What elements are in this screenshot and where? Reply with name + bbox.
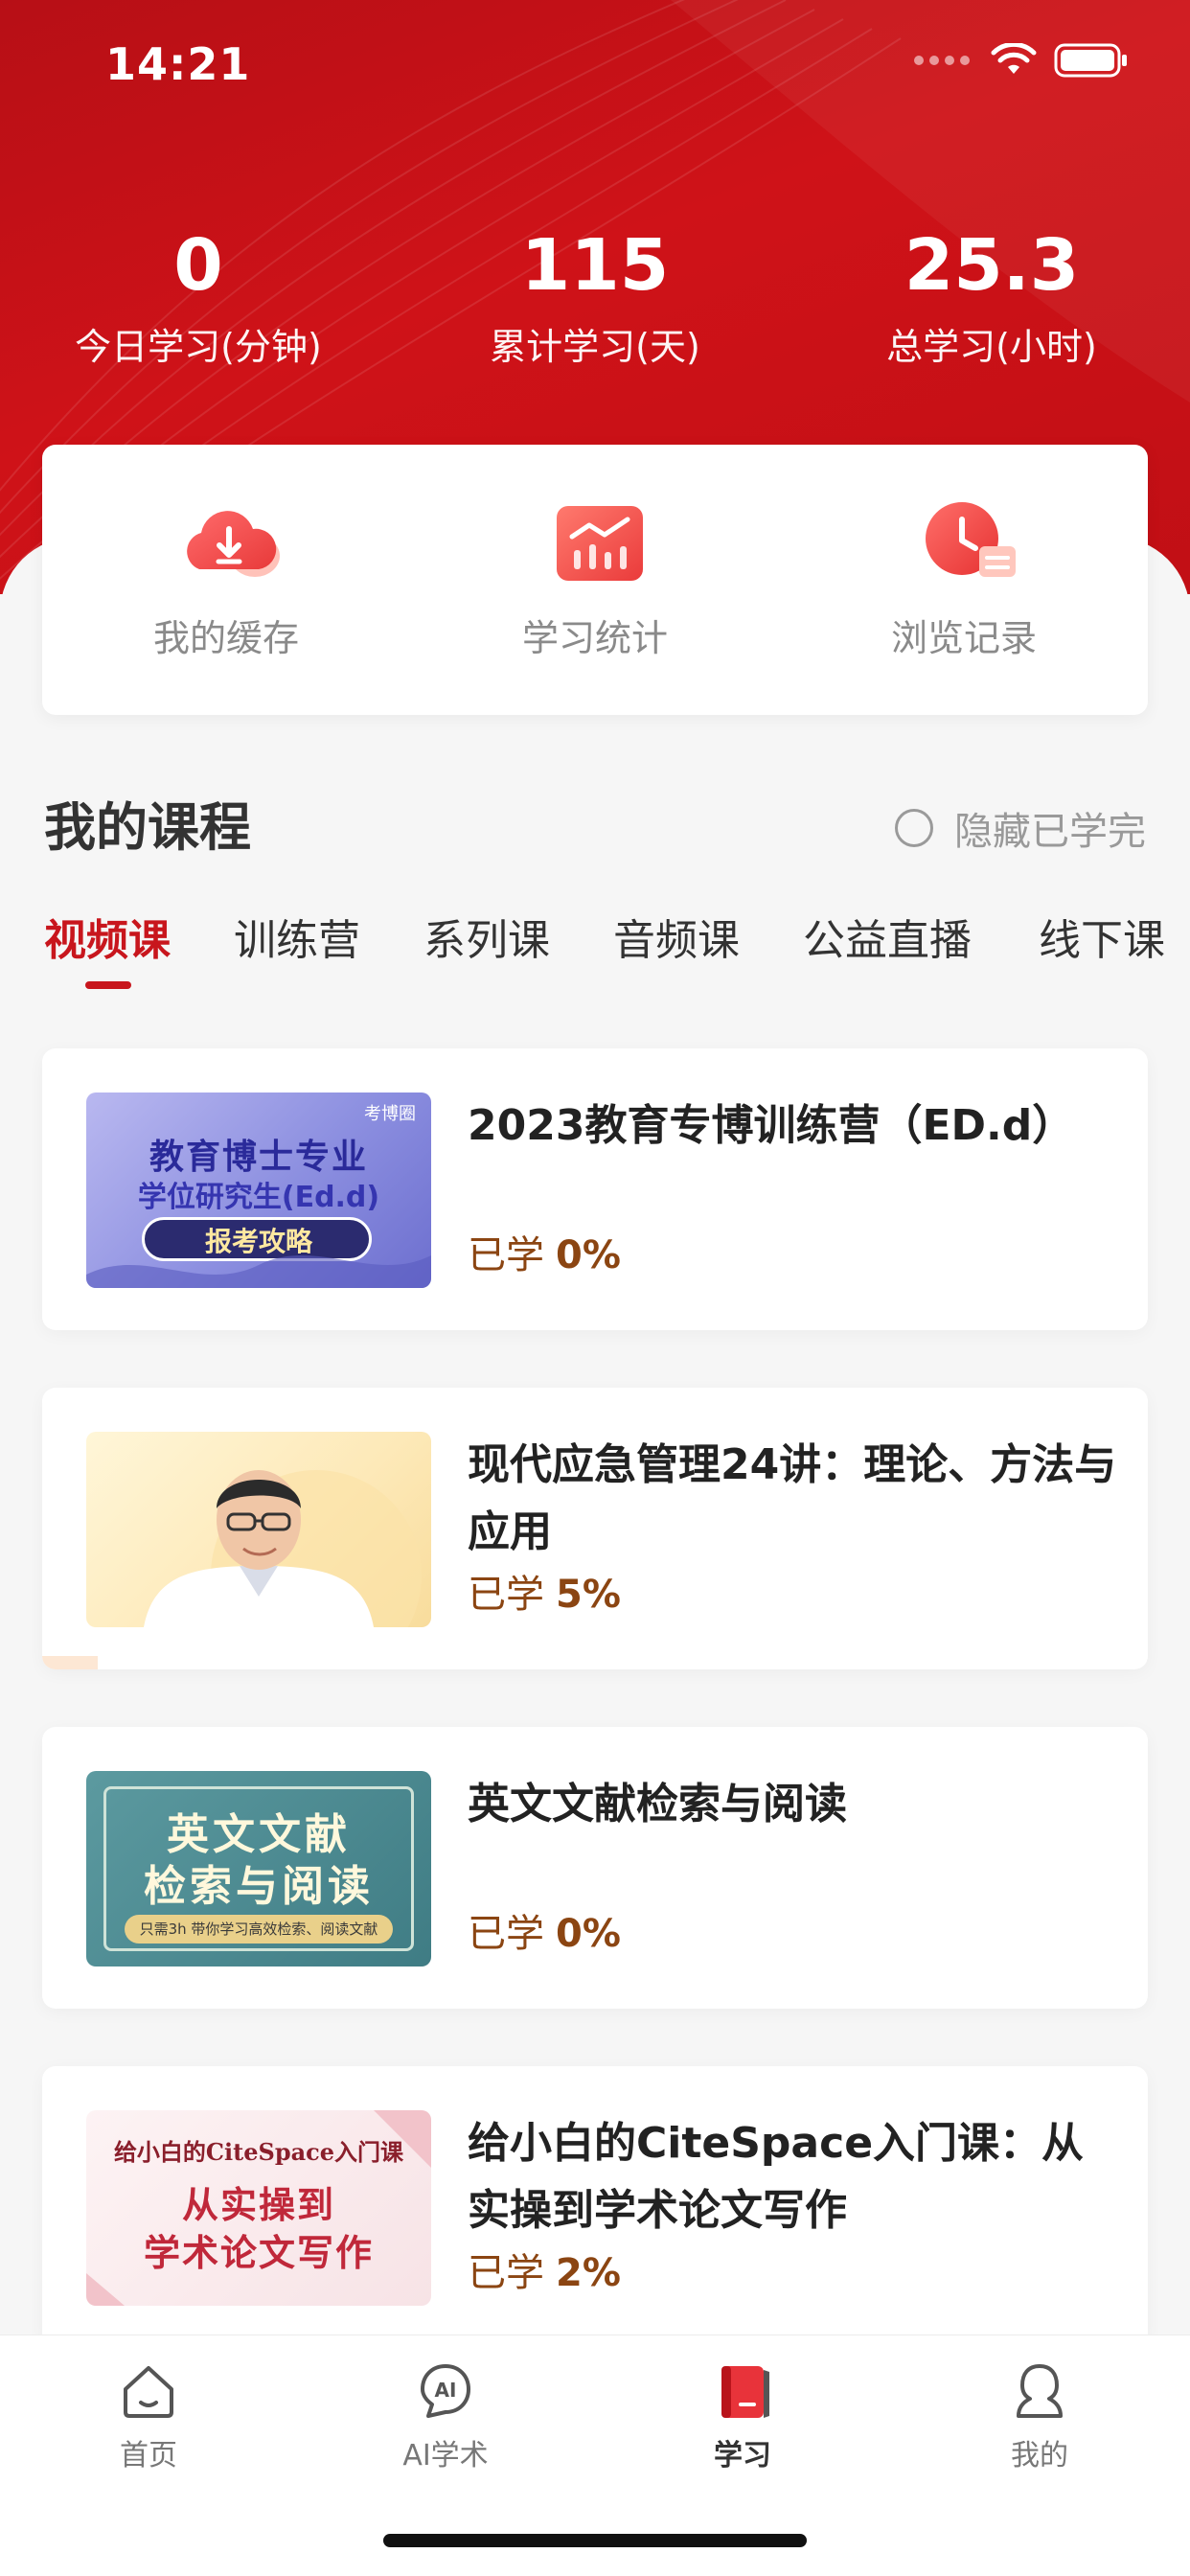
tabbar-home[interactable]: 首页 bbox=[0, 2335, 297, 2498]
stat-today-minutes: 0 今日学习(分钟) bbox=[0, 222, 397, 376]
section-title: 我的课程 bbox=[44, 797, 251, 858]
status-icons bbox=[914, 42, 1129, 79]
course-thumbnail: 英文文献 检索与阅读 只需3h 带你学习高效检索、阅读文献 bbox=[86, 1771, 431, 1966]
tabbar-label: 学习 bbox=[714, 2439, 771, 2472]
quick-action-label: 浏览记录 bbox=[890, 617, 1037, 659]
tab-offline[interactable]: 线下课 bbox=[1039, 912, 1165, 970]
quick-action-cache[interactable]: 我的缓存 bbox=[42, 445, 410, 715]
quick-action-history[interactable]: 浏览记录 bbox=[780, 445, 1148, 715]
progress-percent: 2% bbox=[556, 2251, 621, 2295]
learning-stats: 0 今日学习(分钟) 115 累计学习(天) 25.3 总学习(小时) bbox=[0, 222, 1190, 385]
thumb-brand: 考博圈 bbox=[364, 1104, 416, 1124]
tab-video[interactable]: 视频课 bbox=[44, 912, 171, 970]
stat-value: 115 bbox=[520, 224, 670, 307]
bar-chart-icon bbox=[557, 506, 643, 581]
tab-camp[interactable]: 训练营 bbox=[234, 912, 360, 970]
home-icon bbox=[124, 2366, 173, 2418]
stat-total-days: 115 累计学习(天) bbox=[397, 222, 793, 376]
tab-audio[interactable]: 音频课 bbox=[613, 912, 740, 970]
hide-completed-toggle[interactable]: 隐藏已学完 bbox=[895, 801, 1146, 855]
thumb-line2: 学位研究生(Ed.d) bbox=[137, 1181, 380, 1214]
radio-icon[interactable] bbox=[895, 809, 933, 847]
quick-actions-card: 我的缓存 学习统计 浏览记录 bbox=[42, 445, 1148, 715]
lecturer-portrait bbox=[144, 1470, 422, 1627]
svg-text:AI: AI bbox=[435, 2379, 457, 2402]
thumb-line2: 检索与阅读 bbox=[144, 1862, 374, 1911]
stat-label: 累计学习(天) bbox=[490, 326, 700, 368]
cloud-download-icon bbox=[187, 511, 280, 577]
wifi-icon bbox=[991, 43, 1037, 74]
tabbar-profile[interactable]: 我的 bbox=[891, 2335, 1188, 2498]
stat-total-hours: 25.3 总学习(小时) bbox=[793, 222, 1190, 376]
course-card[interactable]: 考博圈 教育博士专业 学位研究生(Ed.d) 报考攻略 2023教育专博训练营（… bbox=[42, 1048, 1148, 1330]
stat-label: 总学习(小时) bbox=[886, 326, 1097, 368]
tabbar-ai[interactable]: AI AI学术 bbox=[297, 2335, 594, 2498]
course-title: 英文文献检索与阅读 bbox=[468, 1780, 847, 1828]
course-title: 2023教育专博训练营（ED.d） bbox=[468, 1101, 1075, 1150]
progress-percent: 0% bbox=[556, 1912, 621, 1956]
progress-prefix: 已学 bbox=[468, 1233, 544, 1277]
stat-label: 今日学习(分钟) bbox=[75, 326, 322, 368]
progress-prefix: 已学 bbox=[468, 1912, 544, 1956]
ai-icon: AI bbox=[421, 2364, 470, 2418]
course-card[interactable]: 现代应急管理24讲：理论、方法与应用 已学 5% bbox=[42, 1388, 1148, 1669]
quick-action-label: 学习统计 bbox=[521, 617, 668, 659]
stat-value: 25.3 bbox=[904, 224, 1080, 307]
course-title: 现代应急管理24讲：理论、方法与应用 bbox=[468, 1440, 1117, 1556]
tab-live[interactable]: 公益直播 bbox=[803, 912, 972, 970]
progress-percent: 5% bbox=[556, 1573, 621, 1617]
course-progress: 已学 2% bbox=[468, 2244, 621, 2302]
hide-completed-label: 隐藏已学完 bbox=[954, 810, 1146, 854]
tabbar-label: 首页 bbox=[120, 2439, 177, 2472]
tabbar-label: 我的 bbox=[1011, 2439, 1068, 2472]
thumb-decoration bbox=[86, 1255, 431, 1288]
book-icon bbox=[721, 2366, 769, 2418]
course-thumbnail: 考博圈 教育博士专业 学位研究生(Ed.d) 报考攻略 bbox=[86, 1092, 431, 1288]
thumb-line2: 从实操到 bbox=[181, 2183, 335, 2226]
course-thumbnail bbox=[86, 1432, 431, 1627]
tabbar-study[interactable]: 学习 bbox=[594, 2335, 891, 2498]
battery-icon bbox=[1054, 43, 1127, 78]
thumb-line1: 教育博士专业 bbox=[149, 1138, 368, 1177]
clock-history-icon bbox=[926, 502, 1016, 577]
signal-icon bbox=[914, 56, 970, 65]
course-title: 给小白的CiteSpace入门课：从实操到学术论文写作 bbox=[468, 2119, 1085, 2235]
course-progress: 已学 0% bbox=[468, 1227, 621, 1284]
stat-value: 0 bbox=[173, 224, 223, 307]
home-indicator bbox=[383, 2534, 807, 2547]
profile-icon bbox=[1017, 2364, 1063, 2418]
status-bar: 14:21 bbox=[0, 0, 1190, 126]
course-type-tabs: 视频课 训练营 系列课 音频课 公益直播 线下课 bbox=[0, 912, 1190, 1018]
course-card[interactable]: 英文文献 检索与阅读 只需3h 带你学习高效检索、阅读文献 英文文献检索与阅读 … bbox=[42, 1727, 1148, 2009]
progress-prefix: 已学 bbox=[468, 1573, 544, 1617]
course-progress: 已学 0% bbox=[468, 1905, 621, 1963]
progress-percent: 0% bbox=[556, 1233, 621, 1277]
quick-action-stats[interactable]: 学习统计 bbox=[411, 445, 779, 715]
progress-prefix: 已学 bbox=[468, 2251, 544, 2295]
tab-series[interactable]: 系列课 bbox=[423, 912, 550, 970]
progress-bar bbox=[42, 1656, 98, 1669]
status-time: 14:21 bbox=[105, 38, 251, 90]
thumb-line3: 学术论文写作 bbox=[143, 2231, 374, 2274]
thumb-line1: 给小白的CiteSpace入门课 bbox=[113, 2138, 404, 2166]
thumb-line3: 只需3h 带你学习高效检索、阅读文献 bbox=[139, 1920, 378, 1938]
course-card[interactable]: 给小白的CiteSpace入门课 从实操到 学术论文写作 给小白的CiteSpa… bbox=[42, 2066, 1148, 2348]
quick-action-label: 我的缓存 bbox=[152, 617, 299, 659]
tab-indicator bbox=[85, 981, 131, 989]
course-progress: 已学 5% bbox=[468, 1566, 621, 1623]
course-thumbnail: 给小白的CiteSpace入门课 从实操到 学术论文写作 bbox=[86, 2110, 431, 2306]
tabbar-label: AI学术 bbox=[402, 2439, 489, 2472]
